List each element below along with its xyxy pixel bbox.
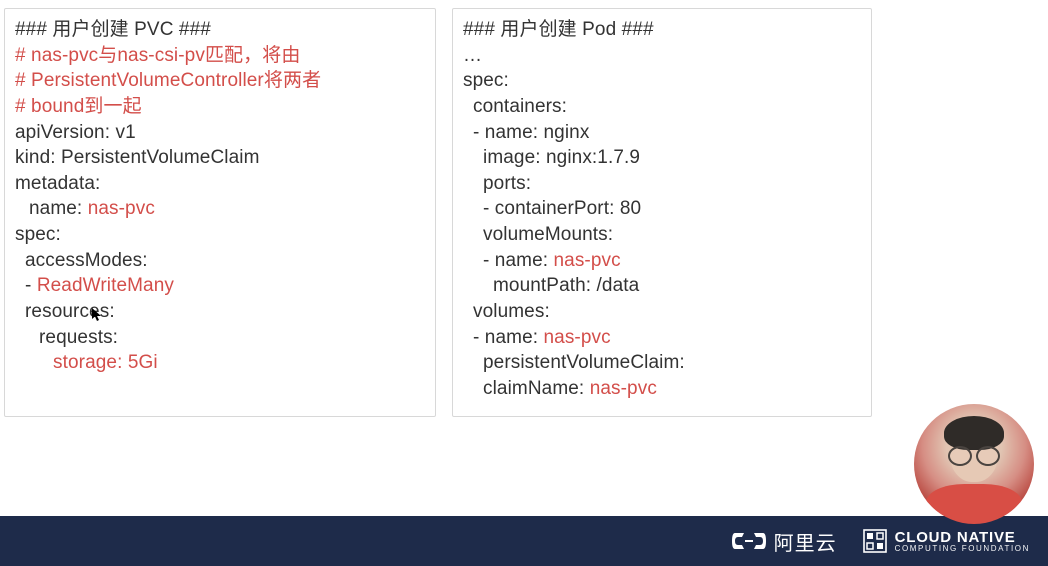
cncf-title: CLOUD NATIVE [895, 530, 1030, 545]
name-key: name: [29, 198, 88, 219]
footer-bar: 阿里云 CLOUD NATIVE COMPUTING FOUNDATION [0, 516, 1048, 566]
pod-claimname: claimName: nas-pvc [463, 376, 861, 402]
slide-content: ### 用户创建 PVC ### # nas-pvc与nas-csi-pv匹配，… [0, 0, 1048, 417]
pod-pvc-key: persistentVolumeClaim: [463, 350, 861, 376]
claimname-key: claimName: [483, 378, 590, 399]
pod-vm-mountpath: mountPath: /data [463, 273, 861, 299]
aliyun-brand: 阿里云 [732, 527, 837, 556]
pod-v-name: - name: nas-pvc [463, 325, 861, 351]
aliyun-icon [732, 530, 766, 552]
pvc-header: ### 用户创建 PVC ### [15, 17, 425, 43]
pod-c-ports: ports: [463, 171, 861, 197]
pvc-yaml-box: ### 用户创建 PVC ### # nas-pvc与nas-csi-pv匹配，… [4, 8, 436, 417]
pod-volumes: volumes: [463, 299, 861, 325]
pod-spec: spec: [463, 68, 861, 94]
pvc-spec: spec: [15, 222, 425, 248]
pod-c-port-item: - containerPort: 80 [463, 196, 861, 222]
pvc-requests: requests: [15, 325, 425, 351]
pod-c-name: - name: nginx [463, 120, 861, 146]
apiVersion-key: apiVersion: [15, 122, 116, 143]
pod-vm-name: - name: nas-pvc [463, 248, 861, 274]
pvc-comment-2: # PersistentVolumeController将两者 [15, 68, 425, 94]
cncf-icon [863, 529, 887, 553]
claimname-val: nas-pvc [590, 378, 657, 399]
v-name-key: - name: [473, 327, 544, 348]
pvc-resources: resources: [15, 299, 425, 325]
pvc-comment-3: # bound到一起 [15, 94, 425, 120]
accessmode-val: ReadWriteMany [37, 275, 174, 296]
cncf-text: CLOUD NATIVE COMPUTING FOUNDATION [895, 530, 1030, 553]
pod-volumemounts: volumeMounts: [463, 222, 861, 248]
pvc-accessmode-item: - ReadWriteMany [15, 273, 425, 299]
storage-key: storage: [53, 352, 128, 373]
pvc-kind: kind: PersistentVolumeClaim [15, 145, 425, 171]
pod-containers: containers: [463, 94, 861, 120]
vm-name-val: nas-pvc [554, 250, 621, 271]
pvc-apiversion: apiVersion: v1 [15, 120, 425, 146]
storage-val: 5Gi [128, 352, 158, 373]
pod-c-image: image: nginx:1.7.9 [463, 145, 861, 171]
name-val: nas-pvc [88, 198, 155, 219]
apiVersion-val: v1 [116, 122, 136, 143]
cncf-subtitle: COMPUTING FOUNDATION [895, 545, 1030, 553]
pod-ellipsis: … [463, 43, 861, 69]
pvc-metadata: metadata: [15, 171, 425, 197]
v-name-val: nas-pvc [544, 327, 611, 348]
pod-header: ### 用户创建 Pod ### [463, 17, 861, 43]
presenter-avatar [914, 404, 1034, 524]
pvc-accessmodes: accessModes: [15, 248, 425, 274]
kind-val: PersistentVolumeClaim [61, 147, 260, 168]
kind-key: kind: [15, 147, 61, 168]
pod-yaml-box: ### 用户创建 Pod ### … spec: containers: - n… [452, 8, 872, 417]
cncf-brand: CLOUD NATIVE COMPUTING FOUNDATION [863, 529, 1030, 553]
vm-name-key: - name: [483, 250, 554, 271]
aliyun-text: 阿里云 [774, 527, 837, 556]
dash: - [25, 275, 37, 296]
pvc-name: name: nas-pvc [15, 196, 425, 222]
pvc-storage: storage: 5Gi [15, 350, 425, 376]
pvc-comment-1: # nas-pvc与nas-csi-pv匹配，将由 [15, 43, 425, 69]
